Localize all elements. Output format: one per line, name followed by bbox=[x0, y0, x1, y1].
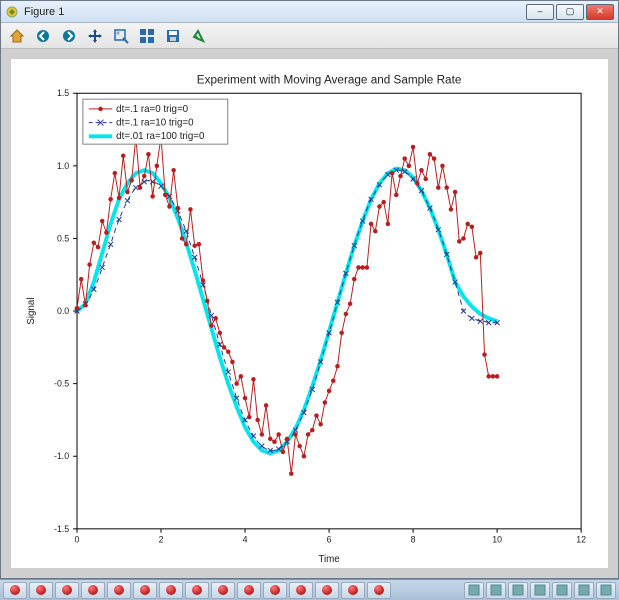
tray-icon-5[interactable] bbox=[574, 582, 594, 599]
svg-text:-0.5: -0.5 bbox=[54, 379, 69, 389]
figure-window: Figure 1 – ▢ ✕ bbox=[0, 0, 619, 579]
taskbar[interactable] bbox=[0, 579, 619, 600]
maximize-button[interactable]: ▢ bbox=[556, 4, 584, 20]
tray-icon-4[interactable] bbox=[552, 582, 572, 599]
taskbar-app-7[interactable] bbox=[185, 582, 209, 599]
svg-text:dt=.01 ra=100 trig=0: dt=.01 ra=100 trig=0 bbox=[116, 131, 205, 142]
taskbar-app-14[interactable] bbox=[367, 582, 391, 599]
tray-icon-2[interactable] bbox=[508, 582, 528, 599]
edit-icon[interactable] bbox=[189, 26, 209, 46]
toolbar bbox=[1, 23, 618, 49]
taskbar-app-2[interactable] bbox=[55, 582, 79, 599]
svg-text:12: 12 bbox=[576, 535, 586, 545]
svg-text:2: 2 bbox=[159, 535, 164, 545]
titlebar[interactable]: Figure 1 – ▢ ✕ bbox=[1, 1, 618, 23]
taskbar-app-8[interactable] bbox=[211, 582, 235, 599]
x-axis-label: Time bbox=[318, 554, 339, 565]
forward-icon[interactable] bbox=[59, 26, 79, 46]
tray-icon-1[interactable] bbox=[486, 582, 506, 599]
home-icon[interactable] bbox=[7, 26, 27, 46]
svg-text:dt=.1 ra=10 trig=0: dt=.1 ra=10 trig=0 bbox=[116, 118, 194, 129]
svg-text:8: 8 bbox=[411, 535, 416, 545]
app-icon bbox=[5, 5, 19, 19]
minimize-button[interactable]: – bbox=[526, 4, 554, 20]
taskbar-app-0[interactable] bbox=[3, 582, 27, 599]
taskbar-app-3[interactable] bbox=[81, 582, 105, 599]
close-button[interactable]: ✕ bbox=[586, 4, 614, 20]
svg-text:0: 0 bbox=[75, 535, 80, 545]
tray-icon-0[interactable] bbox=[464, 582, 484, 599]
taskbar-app-1[interactable] bbox=[29, 582, 53, 599]
taskbar-app-5[interactable] bbox=[133, 582, 157, 599]
plot-svg: 0 2 4 6 8 10 12 -1.5 -1.0 -0.5 0.0 0.5 1.0 1.5 Experim… bbox=[11, 59, 608, 568]
taskbar-app-4[interactable] bbox=[107, 582, 131, 599]
svg-text:0.0: 0.0 bbox=[57, 306, 69, 316]
back-icon[interactable] bbox=[33, 26, 53, 46]
legend: dt=.1 ra=0 trig=0 dt=.1 ra=10 trig=0 dt=.0… bbox=[83, 99, 228, 144]
taskbar-app-11[interactable] bbox=[289, 582, 313, 599]
taskbar-app-6[interactable] bbox=[159, 582, 183, 599]
taskbar-app-9[interactable] bbox=[237, 582, 261, 599]
svg-text:1.0: 1.0 bbox=[57, 161, 69, 171]
taskbar-app-10[interactable] bbox=[263, 582, 287, 599]
axes[interactable]: 0 2 4 6 8 10 12 -1.5 -1.0 -0.5 0.0 0.5 1.0 1.5 Experim… bbox=[11, 59, 608, 568]
zoom-icon[interactable] bbox=[111, 26, 131, 46]
svg-text:4: 4 bbox=[243, 535, 248, 545]
tray-icon-6[interactable] bbox=[596, 582, 616, 599]
subplots-icon[interactable] bbox=[137, 26, 157, 46]
chart-title: Experiment with Moving Average and Sampl… bbox=[197, 73, 462, 86]
figure-area: 0 2 4 6 8 10 12 -1.5 -1.0 -0.5 0.0 0.5 1.0 1.5 Experim… bbox=[1, 49, 618, 578]
svg-text:-1.0: -1.0 bbox=[54, 451, 69, 461]
window-title: Figure 1 bbox=[24, 6, 526, 18]
tray-icon-3[interactable] bbox=[530, 582, 550, 599]
svg-text:0.5: 0.5 bbox=[57, 233, 69, 243]
svg-text:-1.5: -1.5 bbox=[54, 524, 69, 534]
svg-text:6: 6 bbox=[327, 535, 332, 545]
pan-icon[interactable] bbox=[85, 26, 105, 46]
svg-text:dt=.1 ra=0 trig=0: dt=.1 ra=0 trig=0 bbox=[116, 104, 189, 115]
taskbar-app-12[interactable] bbox=[315, 582, 339, 599]
taskbar-app-13[interactable] bbox=[341, 582, 365, 599]
save-icon[interactable] bbox=[163, 26, 183, 46]
svg-text:10: 10 bbox=[492, 535, 502, 545]
svg-text:1.5: 1.5 bbox=[57, 88, 69, 98]
y-axis-label: Signal bbox=[26, 297, 37, 324]
